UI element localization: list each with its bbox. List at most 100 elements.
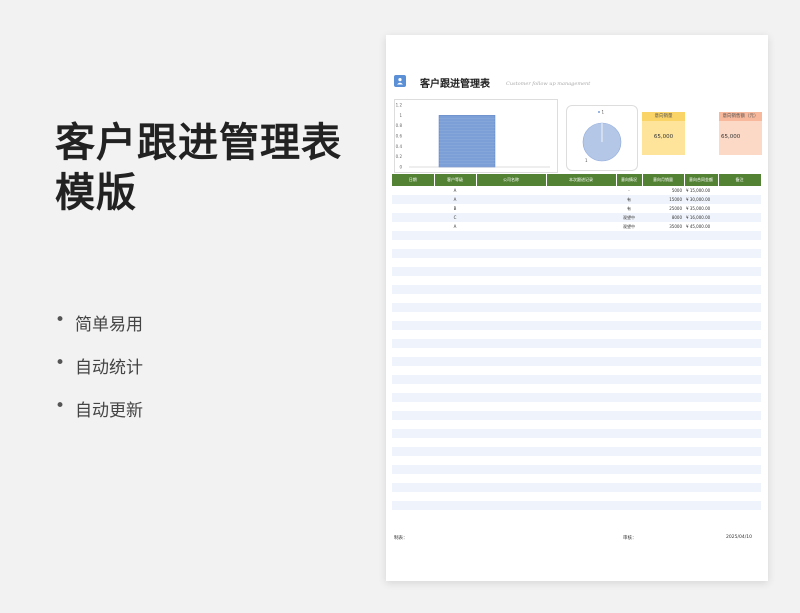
table-cell[interactable] [392,312,434,321]
table-cell[interactable] [392,492,434,501]
table-cell[interactable]: 观望中 [616,222,642,231]
table-cell[interactable] [546,276,616,285]
table-cell[interactable] [684,276,718,285]
table-cell[interactable] [434,258,476,267]
table-cell[interactable] [392,276,434,285]
table-cell[interactable] [718,429,761,438]
table-cell[interactable] [616,366,642,375]
table-cell[interactable] [642,249,684,258]
table-cell[interactable] [642,276,684,285]
table-cell[interactable] [684,465,718,474]
table-cell[interactable] [476,186,546,195]
table-cell[interactable] [642,321,684,330]
table-cell[interactable] [684,456,718,465]
table-cell[interactable] [476,411,546,420]
table-cell[interactable] [616,303,642,312]
table-cell[interactable] [546,258,616,267]
table-cell[interactable] [546,303,616,312]
table-cell[interactable] [546,339,616,348]
table-cell[interactable] [392,456,434,465]
table-cell[interactable] [684,474,718,483]
table-cell[interactable] [476,465,546,474]
table-cell[interactable] [642,267,684,276]
table-cell[interactable] [476,348,546,357]
table-cell[interactable] [684,231,718,240]
table-cell[interactable] [434,330,476,339]
table-cell[interactable] [718,303,761,312]
table-cell[interactable]: ¥ 30,000.00 [684,195,718,204]
table-cell[interactable] [476,492,546,501]
table-cell[interactable] [684,438,718,447]
table-cell[interactable] [718,285,761,294]
table-cell[interactable] [476,213,546,222]
table-cell[interactable]: A [434,186,476,195]
table-cell[interactable] [616,429,642,438]
table-cell[interactable] [476,321,546,330]
table-cell[interactable] [718,366,761,375]
table-cell[interactable] [718,321,761,330]
table-cell[interactable] [642,411,684,420]
table-cell[interactable] [546,240,616,249]
table-cell[interactable] [392,267,434,276]
table-cell[interactable] [476,384,546,393]
table-cell[interactable] [392,303,434,312]
table-cell[interactable] [392,204,434,213]
table-cell[interactable] [642,492,684,501]
table-cell[interactable] [642,366,684,375]
table-cell[interactable] [718,393,761,402]
table-cell[interactable] [684,429,718,438]
table-cell[interactable] [718,465,761,474]
table-cell[interactable] [392,501,434,510]
table-cell[interactable] [616,348,642,357]
table-cell[interactable] [546,357,616,366]
table-cell[interactable] [434,249,476,258]
table-cell[interactable] [434,303,476,312]
table-cell[interactable] [434,429,476,438]
table-cell[interactable] [392,285,434,294]
table-cell[interactable] [476,402,546,411]
table-cell[interactable] [718,222,761,231]
table-cell[interactable]: ¥ 15,000.00 [684,186,718,195]
table-cell[interactable]: ¥ 45,000.00 [684,222,718,231]
table-cell[interactable] [392,195,434,204]
table-cell[interactable] [546,186,616,195]
table-cell[interactable] [392,465,434,474]
table-cell[interactable] [392,375,434,384]
table-cell[interactable] [616,285,642,294]
table-cell[interactable] [718,420,761,429]
table-cell[interactable] [546,429,616,438]
table-cell[interactable] [684,330,718,339]
table-cell[interactable] [718,195,761,204]
table-cell[interactable] [718,258,761,267]
table-cell[interactable] [546,483,616,492]
table-cell[interactable]: B [434,204,476,213]
table-cell[interactable] [642,312,684,321]
table-cell[interactable] [392,438,434,447]
table-cell[interactable] [476,375,546,384]
table-cell[interactable] [476,285,546,294]
table-cell[interactable] [718,411,761,420]
table-cell[interactable] [616,438,642,447]
table-cell[interactable] [392,330,434,339]
table-cell[interactable] [434,312,476,321]
table-cell[interactable] [434,393,476,402]
table-cell[interactable] [642,330,684,339]
table-cell[interactable] [434,483,476,492]
table-cell[interactable] [392,420,434,429]
table-cell[interactable] [434,384,476,393]
table-cell[interactable] [476,429,546,438]
table-cell[interactable] [616,420,642,429]
table-cell[interactable] [642,231,684,240]
table-cell[interactable] [392,186,434,195]
table-cell[interactable] [434,285,476,294]
table-cell[interactable] [718,204,761,213]
table-cell[interactable] [684,267,718,276]
table-cell[interactable] [718,330,761,339]
table-cell[interactable] [718,348,761,357]
table-cell[interactable] [616,474,642,483]
table-cell[interactable] [642,357,684,366]
table-cell[interactable] [434,231,476,240]
table-cell[interactable] [718,492,761,501]
table-cell[interactable] [684,411,718,420]
table-cell[interactable] [642,447,684,456]
